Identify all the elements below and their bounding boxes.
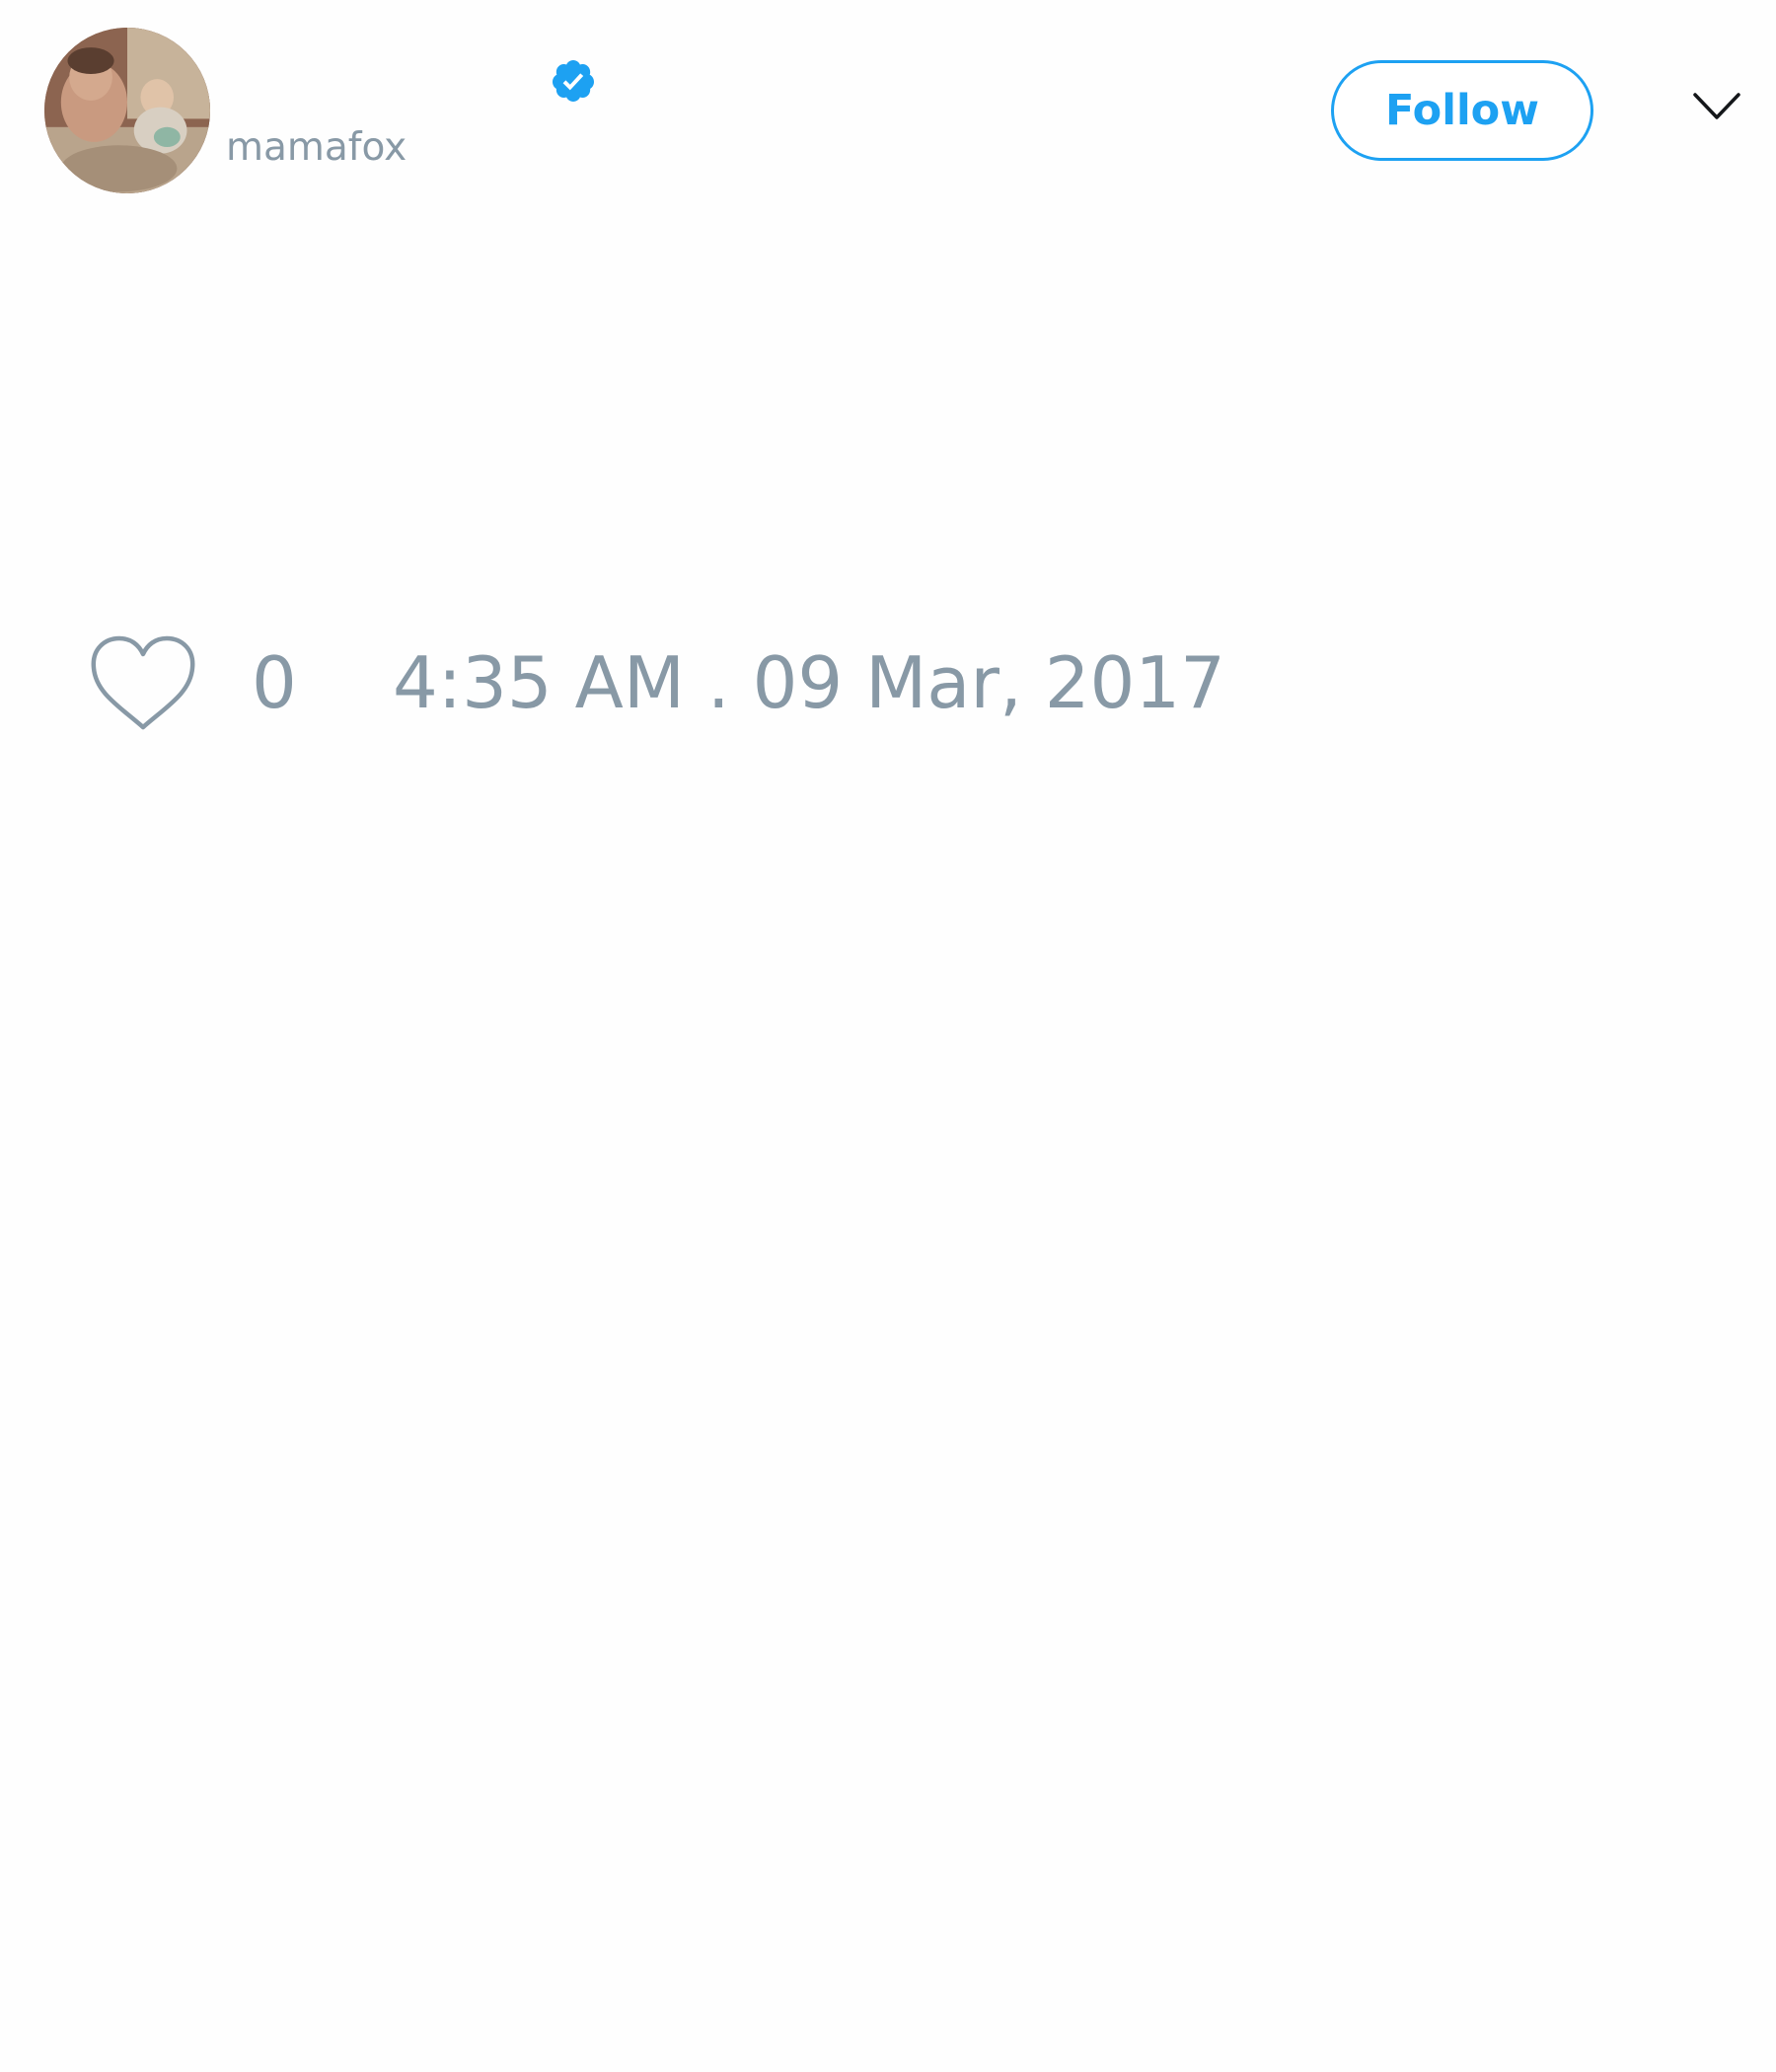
avatar[interactable] — [44, 28, 210, 193]
tweet-timestamp[interactable]: 4:35 AM . 09 Mar, 2017 — [393, 647, 1225, 718]
user-handle[interactable]: mamafox — [226, 128, 407, 167]
like-count: 0 — [252, 641, 297, 724]
verified-badge-icon — [552, 60, 594, 102]
chevron-down-icon[interactable] — [1692, 89, 1741, 124]
avatar-photo — [44, 28, 210, 193]
follow-button[interactable]: Follow — [1331, 60, 1593, 161]
heart-icon[interactable] — [90, 635, 196, 732]
